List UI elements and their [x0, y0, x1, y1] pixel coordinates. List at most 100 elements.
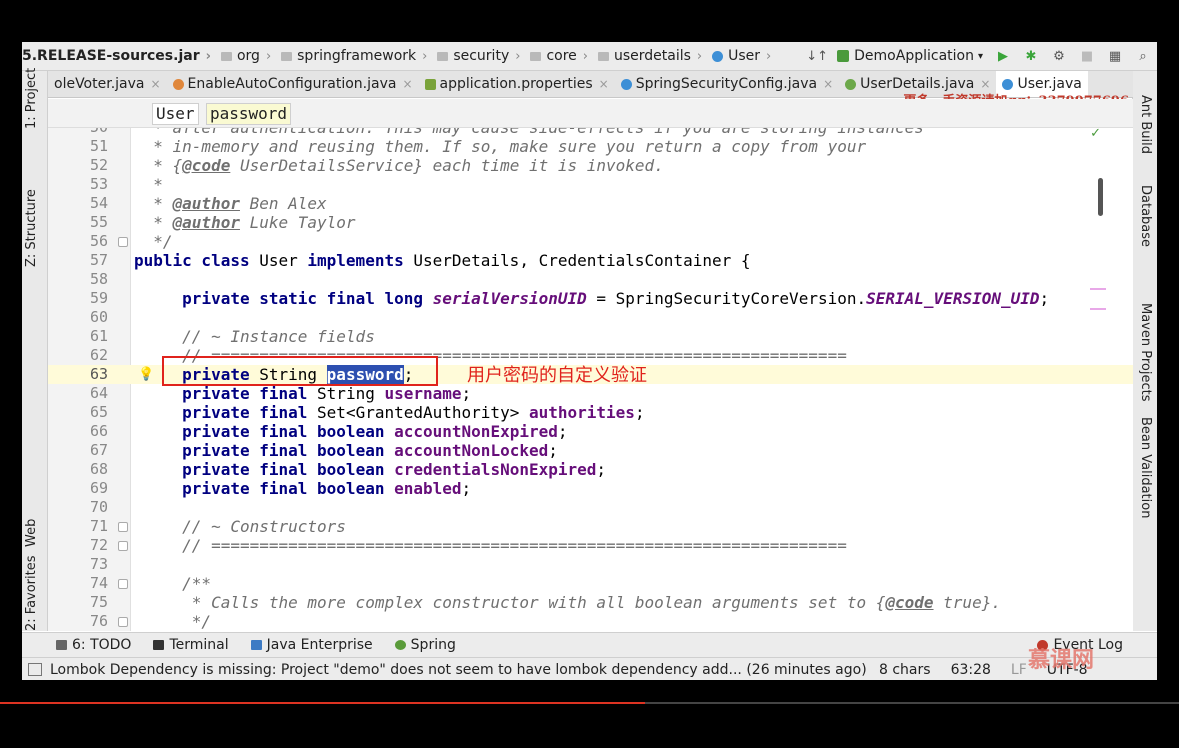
chevron-down-icon: ▾ [977, 50, 983, 62]
fold-icon[interactable] [118, 579, 128, 589]
notification-icon[interactable] [28, 663, 42, 676]
breadcrumb-item-security[interactable]: security › [429, 48, 522, 64]
folder-icon [597, 51, 609, 61]
project-tool-tab[interactable]: 1: Project [24, 68, 39, 129]
close-icon[interactable]: × [599, 77, 609, 91]
line-separator[interactable]: LF [1011, 662, 1027, 678]
navigation-bar: 5.RELEASE-sources.jar › org › springframew… [22, 42, 1157, 71]
breadcrumb-item-core[interactable]: core › [522, 48, 590, 64]
code-line: 53 * [89, 175, 163, 194]
class-crumb[interactable]: User [152, 103, 199, 125]
tab-label: SpringSecurityConfig.java [635, 76, 818, 92]
chevron-right-icon: › [422, 48, 428, 64]
chevron-right-icon: › [582, 48, 588, 64]
chevron-right-icon: › [515, 48, 521, 64]
code-line: 51 * in-memory and reusing them. If so, … [89, 137, 867, 156]
breadcrumb-item-user[interactable]: User › [704, 48, 773, 64]
tab-spring-security-config[interactable]: SpringSecurityConfig.java × [615, 71, 839, 97]
todo-icon [56, 640, 67, 650]
selection-chars: 8 chars [879, 661, 931, 678]
code-line: 52 * {@code UserDetailsService} each tim… [89, 156, 664, 175]
breadcrumb-item-jar[interactable]: 5.RELEASE-sources.jar › [22, 48, 213, 64]
code-line: 70 [89, 498, 108, 516]
close-icon[interactable]: × [980, 77, 990, 91]
project-structure-icon[interactable]: ▦ [1104, 45, 1126, 67]
video-progress-remaining[interactable] [645, 702, 1179, 704]
breadcrumb-item-org[interactable]: org › [213, 48, 273, 64]
breadcrumb-label: security [453, 48, 510, 64]
tab-rolevoter[interactable]: oleVoter.java × [48, 71, 167, 97]
close-icon[interactable]: × [823, 77, 833, 91]
ant-build-tool-tab[interactable]: Ant Build [1138, 95, 1153, 154]
run-icon[interactable]: ▶ [992, 45, 1014, 67]
class-icon [620, 78, 632, 90]
maven-projects-tool-tab[interactable]: Maven Projects [1138, 303, 1153, 402]
bean-validation-tool-tab[interactable]: Bean Validation [1138, 417, 1153, 518]
breadcrumb-label: userdetails [613, 48, 691, 64]
chevron-right-icon: › [265, 48, 272, 64]
video-progress-played[interactable] [0, 702, 645, 704]
web-tool-tab[interactable]: Web [24, 519, 39, 547]
check-ok-icon: ✓ [1090, 128, 1101, 141]
favorites-tool-tab[interactable]: 2: Favorites [24, 555, 39, 631]
stop-icon[interactable]: ■ [1076, 45, 1098, 67]
interface-icon [845, 78, 857, 90]
breadcrumb-item-userdetails[interactable]: userdetails › [590, 48, 704, 64]
annotation-icon [172, 78, 184, 90]
tab-label: EnableAutoConfiguration.java [187, 76, 397, 92]
spring-boot-icon [837, 50, 850, 62]
code-line: 75 * Calls the more complex constructor … [89, 593, 1001, 612]
terminal-tool-button[interactable]: Terminal [153, 637, 229, 653]
fold-icon[interactable] [118, 617, 128, 627]
field-crumb[interactable]: password [206, 103, 292, 125]
left-tool-strip: 1: Project Z: Structure Web 2: Favorites [22, 68, 48, 631]
folder-icon [437, 51, 449, 61]
code-line: 68 private final boolean credentialsNonE… [89, 460, 607, 479]
code-line: 67 private final boolean accountNonLocke… [89, 441, 558, 460]
database-tool-tab[interactable]: Database [1138, 185, 1153, 247]
code-line: 74 /** [89, 574, 212, 593]
code-line: 50 * after authentication. This may caus… [48, 128, 1133, 137]
editor-scrollbar[interactable] [1098, 178, 1103, 216]
terminal-icon [153, 640, 165, 650]
breadcrumb-label: org [236, 48, 260, 64]
status-bar: Lombok Dependency is missing: Project "d… [22, 657, 1157, 680]
close-icon[interactable]: × [402, 77, 412, 91]
structure-tool-tab[interactable]: Z: Structure [24, 189, 39, 267]
code-line: 55 * @author Luke Taylor [89, 213, 356, 232]
chevron-right-icon: › [696, 48, 703, 64]
code-line: 65 private final Set<GrantedAuthority> a… [89, 403, 645, 422]
breadcrumb-label: springframework [297, 48, 417, 64]
spring-tool-button[interactable]: Spring [394, 637, 456, 653]
breadcrumb-item-springframework[interactable]: springframework › [273, 48, 429, 64]
class-icon [1002, 78, 1014, 90]
debug-icon[interactable]: ✱ [1020, 45, 1042, 67]
status-message[interactable]: Lombok Dependency is missing: Project "d… [50, 662, 867, 678]
watermark-logo: 慕课网 [1028, 648, 1095, 673]
fold-icon[interactable] [118, 522, 128, 532]
code-line: 71 // ~ Constructors [89, 517, 346, 536]
breadcrumb-label: User [728, 48, 761, 64]
chevron-right-icon: › [766, 48, 772, 64]
fold-icon[interactable] [118, 541, 128, 551]
code-line: 72 // ==================================… [89, 536, 847, 555]
search-icon[interactable]: ⌕ [1132, 45, 1154, 67]
folder-icon [530, 51, 542, 61]
todo-tool-button[interactable]: 6: TODO [56, 637, 131, 653]
java-enterprise-tool-button[interactable]: Java Enterprise [250, 637, 373, 653]
run-config-label: DemoApplication [854, 48, 974, 64]
tab-enable-auto-configuration[interactable]: EnableAutoConfiguration.java × [167, 71, 419, 97]
code-line: 69 private final boolean enabled; [89, 479, 472, 498]
run-config-selector[interactable]: DemoApplication ▾ [837, 48, 983, 64]
folder-icon [281, 51, 293, 61]
build-icon[interactable]: ↓↑ [806, 45, 828, 67]
close-icon[interactable]: × [150, 77, 160, 91]
code-line: 76 */ [89, 612, 212, 631]
coverage-icon[interactable]: ⚙ [1048, 45, 1070, 67]
fold-icon[interactable] [118, 237, 128, 247]
caret-position[interactable]: 63:28 [951, 662, 991, 678]
breadcrumb-label: 5.RELEASE-sources.jar [22, 48, 200, 64]
breadcrumb-label: core [546, 48, 577, 64]
code-line: 58 [89, 270, 108, 288]
tab-application-properties[interactable]: application.properties × [419, 71, 615, 97]
